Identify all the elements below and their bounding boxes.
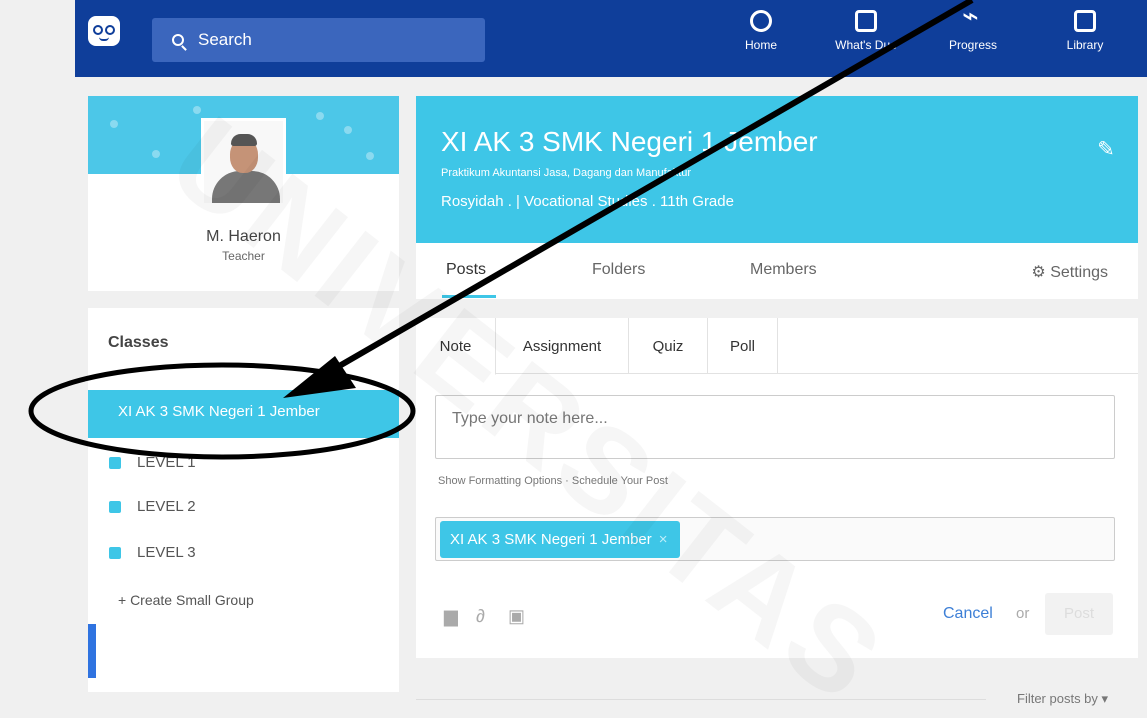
class-item-selected[interactable]: XI AK 3 SMK Negeri 1 Jember: [88, 390, 399, 438]
search-input[interactable]: Search: [152, 18, 485, 62]
group-item[interactable]: LEVEL 1: [109, 454, 196, 471]
calendar-check-icon: [855, 10, 877, 32]
nav-progress-label: Progress: [948, 38, 998, 52]
class-title: XI AK 3 SMK Negeri 1 Jember: [441, 126, 818, 157]
feed-divider: [416, 699, 986, 700]
edit-pencil-icon[interactable]: ✎: [1096, 139, 1116, 160]
class-header: XI AK 3 SMK Negeri 1 Jember Praktikum Ak…: [416, 96, 1138, 243]
gear-icon: ⚙: [1031, 264, 1046, 281]
classes-heading: Classes: [108, 334, 169, 351]
nav-whats-due-label: What's Due: [835, 38, 897, 52]
edmodo-logo-icon[interactable]: [88, 16, 120, 46]
post-button[interactable]: Post: [1045, 593, 1113, 635]
group-color-icon: [109, 456, 121, 469]
class-meta: Rosyidah . | Vocational Studies . 11th G…: [441, 193, 734, 210]
tab-members[interactable]: Members: [750, 261, 817, 279]
group-label: LEVEL 2: [137, 498, 196, 515]
class-tabs: Posts Folders Members ⚙ Settings: [416, 243, 1138, 299]
settings-button[interactable]: ⚙ Settings: [1031, 262, 1108, 282]
cancel-button[interactable]: Cancel: [943, 605, 993, 623]
create-small-group-link[interactable]: + Create Small Group: [118, 592, 254, 608]
library-icon: [1074, 10, 1096, 32]
file-icon[interactable]: ▆: [444, 606, 462, 626]
search-placeholder: Search: [198, 30, 252, 49]
search-icon: [172, 34, 184, 46]
group-label: LEVEL 3: [137, 544, 196, 561]
attachment-toolbar: ▆ ∂ ▣: [444, 606, 526, 626]
nav-library-label: Library: [1066, 38, 1104, 52]
tab-folders[interactable]: Folders: [592, 261, 645, 279]
class-subtitle: Praktikum Akuntansi Jasa, Dagang dan Man…: [441, 167, 692, 179]
group-label: LEVEL 1: [137, 454, 196, 471]
group-color-icon: [109, 546, 121, 559]
progress-pulse-icon: [962, 2, 984, 32]
group-color-icon: [109, 500, 121, 513]
tab-quiz[interactable]: Quiz: [629, 318, 708, 374]
nav-whats-due[interactable]: What's Due: [831, 10, 901, 52]
nav-library[interactable]: Library: [1050, 10, 1120, 52]
home-icon: [750, 10, 772, 32]
nav-home-label: Home: [744, 38, 777, 52]
nav-progress[interactable]: Progress: [938, 2, 1008, 52]
or-text: or: [1016, 605, 1030, 622]
top-navbar: Search Home What's Due Progress Library: [75, 0, 1147, 77]
settings-label: Settings: [1050, 264, 1108, 281]
filter-posts-dropdown[interactable]: Filter posts by ▾: [1017, 691, 1108, 707]
classes-panel: Classes XI AK 3 SMK Negeri 1 Jember LEVE…: [88, 308, 399, 692]
scroll-indicator: [88, 624, 96, 678]
library-attach-icon[interactable]: ▣: [508, 606, 526, 626]
group-item[interactable]: LEVEL 3: [109, 544, 196, 561]
link-icon[interactable]: ∂: [476, 606, 494, 626]
group-item[interactable]: LEVEL 2: [109, 498, 196, 515]
tab-poll[interactable]: Poll: [708, 318, 778, 374]
nav-home[interactable]: Home: [726, 10, 796, 52]
